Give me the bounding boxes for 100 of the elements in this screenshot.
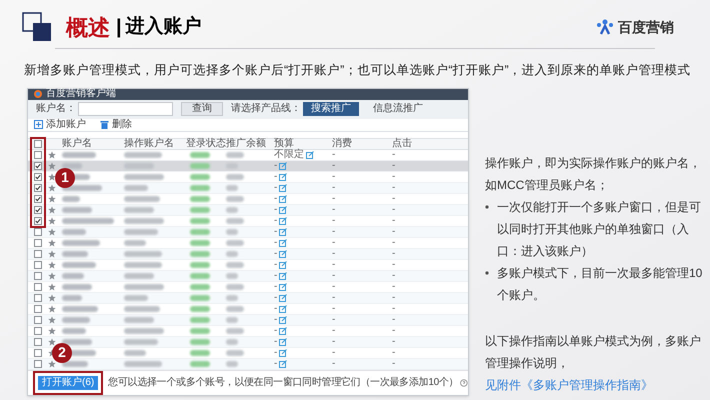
edit-icon[interactable] <box>279 338 288 346</box>
edit-icon[interactable] <box>279 194 288 203</box>
star-icon[interactable] <box>48 150 56 159</box>
edit-icon[interactable] <box>279 282 288 291</box>
bullet-icon <box>485 204 489 209</box>
checkbox[interactable] <box>34 294 42 302</box>
table-row[interactable]: - - - <box>28 304 468 315</box>
product-line-tab[interactable]: 搜索推广 <box>303 102 359 116</box>
star-icon[interactable] <box>48 282 56 291</box>
edit-icon[interactable] <box>279 172 288 181</box>
blurred-text <box>226 284 244 290</box>
table-row[interactable]: - - - <box>28 326 468 337</box>
blurred-text <box>62 196 80 202</box>
checkbox[interactable] <box>34 348 42 357</box>
blurred-text <box>62 338 92 345</box>
checkbox[interactable] <box>34 206 42 214</box>
star-icon[interactable] <box>48 238 56 247</box>
checkbox[interactable] <box>34 184 42 192</box>
checkbox[interactable] <box>34 162 42 170</box>
spend-text: - <box>332 192 336 204</box>
account-search-field[interactable] <box>78 102 173 116</box>
table-row[interactable]: - - - <box>28 282 468 293</box>
table-row[interactable]: - - - <box>28 292 468 304</box>
product-line-label: 请选择产品线： <box>231 104 301 114</box>
clicks-text: - <box>392 248 396 259</box>
star-icon[interactable] <box>48 272 56 280</box>
star-icon[interactable] <box>48 260 56 269</box>
table-row[interactable]: - - - <box>28 194 468 205</box>
checkbox[interactable] <box>34 326 42 335</box>
star-icon[interactable] <box>48 162 56 170</box>
edit-icon[interactable] <box>279 206 288 214</box>
delete-button[interactable]: 删除 <box>100 120 132 130</box>
star-icon[interactable] <box>48 326 56 335</box>
edit-icon[interactable] <box>279 216 288 225</box>
star-icon[interactable] <box>48 294 56 302</box>
add-account-button[interactable]: 添加账户 <box>34 120 86 130</box>
table-row[interactable]: - - - <box>28 216 468 227</box>
table-row[interactable]: - - - <box>28 314 468 326</box>
edit-icon[interactable] <box>279 260 288 269</box>
guide-link[interactable]: 见附件《多账户管理操作指南》 <box>485 378 653 392</box>
checkbox[interactable] <box>34 272 42 280</box>
edit-icon[interactable] <box>279 228 288 236</box>
product-line-tab[interactable]: 信息流推广 <box>365 102 431 116</box>
blurred-text <box>226 196 244 202</box>
checkbox[interactable] <box>34 260 42 269</box>
edit-icon[interactable] <box>279 360 288 368</box>
checkbox[interactable] <box>34 228 42 236</box>
star-icon[interactable] <box>48 206 56 214</box>
star-icon[interactable] <box>48 228 56 236</box>
clicks-text: - <box>392 336 396 347</box>
table-row[interactable]: - - - <box>28 260 468 271</box>
checkbox[interactable] <box>34 150 42 159</box>
edit-icon[interactable] <box>306 150 314 159</box>
star-icon[interactable] <box>48 304 56 313</box>
star-icon[interactable] <box>48 360 56 368</box>
edit-icon[interactable] <box>279 272 288 280</box>
blurred-text <box>124 174 164 180</box>
star-icon[interactable] <box>48 184 56 192</box>
query-button[interactable]: 查询 <box>181 102 223 116</box>
edit-icon[interactable] <box>279 238 288 247</box>
blurred-text <box>190 328 210 334</box>
checkbox[interactable] <box>34 238 42 247</box>
table-row[interactable]: - - - <box>28 270 468 282</box>
blurred-text <box>190 218 210 224</box>
edit-icon[interactable] <box>279 250 288 258</box>
checkbox[interactable] <box>34 172 42 181</box>
edit-icon[interactable] <box>279 348 288 357</box>
table-row[interactable]: - - - <box>28 204 468 216</box>
checkbox[interactable] <box>34 250 42 258</box>
blurred-text <box>124 338 158 345</box>
edit-icon[interactable] <box>279 326 288 335</box>
open-account-button[interactable]: 打开账户(6) <box>38 376 98 390</box>
star-icon[interactable] <box>48 194 56 203</box>
checkbox[interactable] <box>34 194 42 203</box>
star-icon[interactable] <box>48 250 56 258</box>
checkbox[interactable] <box>34 304 42 313</box>
edit-icon[interactable] <box>279 294 288 302</box>
checkbox[interactable] <box>34 360 42 368</box>
blurred-text <box>62 228 86 235</box>
table-row[interactable]: - - - <box>28 248 468 260</box>
checkbox[interactable] <box>34 216 42 225</box>
edit-icon[interactable] <box>279 304 288 313</box>
checkbox[interactable] <box>34 316 42 324</box>
blurred-text <box>190 262 210 268</box>
table-row[interactable]: - - - <box>28 226 468 238</box>
checkbox[interactable] <box>34 338 42 346</box>
star-icon[interactable] <box>48 338 56 346</box>
clicks-text: - <box>392 204 396 215</box>
star-icon[interactable] <box>48 316 56 324</box>
table-row[interactable]: - - - <box>28 238 468 249</box>
star-icon[interactable] <box>48 216 56 225</box>
edit-icon[interactable] <box>279 184 288 192</box>
table-row[interactable]: 不限定 - - <box>28 150 468 161</box>
table-row[interactable]: - - - <box>28 358 468 370</box>
edit-icon[interactable] <box>279 316 288 324</box>
checkbox[interactable] <box>34 140 42 148</box>
edit-icon[interactable] <box>279 162 288 170</box>
table-row[interactable]: - - - <box>28 336 468 348</box>
star-icon[interactable] <box>48 172 56 181</box>
checkbox[interactable] <box>34 282 42 291</box>
